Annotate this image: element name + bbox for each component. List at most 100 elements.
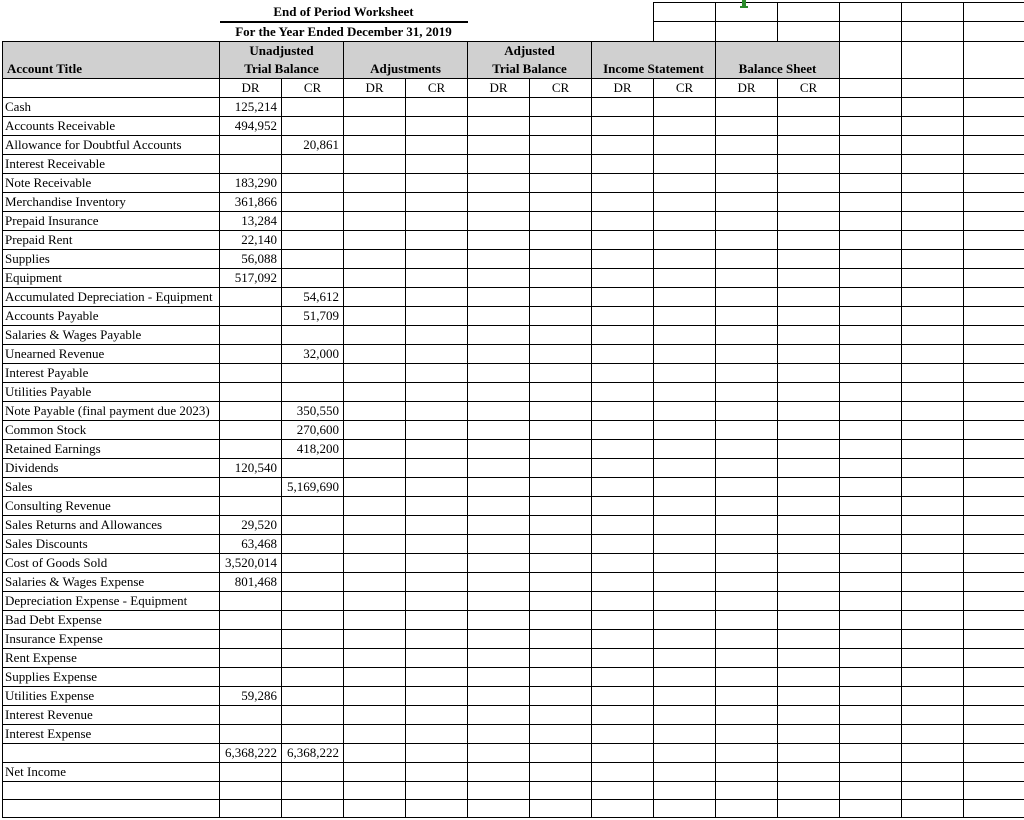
account-title-cell: Equipment (3, 268, 220, 287)
account-title-cell: Interest Expense (3, 724, 220, 743)
account-title-cell: Prepaid Insurance (3, 211, 220, 230)
utb-dr-cell (220, 420, 282, 439)
account-title-cell: Interest Payable (3, 363, 220, 382)
account-title-cell: Bad Debt Expense (3, 610, 220, 629)
column-subheader-cr: CR (530, 78, 592, 97)
table-row: Supplies56,088 (3, 249, 1024, 268)
column-header-adjustments: Adjustments (344, 41, 468, 78)
table-row: Accounts Payable51,709 (3, 306, 1024, 325)
worksheet-title: End of Period Worksheet (273, 4, 413, 19)
utb-cr-cell (282, 192, 344, 211)
utb-cr-cell: 418,200 (282, 439, 344, 458)
table-row: Allowance for Doubtful Accounts20,861 (3, 135, 1024, 154)
account-title-cell: Unearned Revenue (3, 344, 220, 363)
utb-dr-cell (220, 648, 282, 667)
table-row: Sales Discounts63,468 (3, 534, 1024, 553)
utb-cr-cell: 20,861 (282, 135, 344, 154)
table-row: Salaries & Wages Expense801,468 (3, 572, 1024, 591)
utb-dr-cell: 29,520 (220, 515, 282, 534)
account-title-cell: Sales Returns and Allowances (3, 515, 220, 534)
utb-dr-cell (220, 287, 282, 306)
utb-dr-cell (220, 382, 282, 401)
utb-cr-cell (282, 686, 344, 705)
utb-dr-cell (220, 667, 282, 686)
account-title-cell: Cost of Goods Sold (3, 553, 220, 572)
worksheet-table: End of Period Worksheet For the Year End… (2, 2, 1024, 818)
account-title-cell: Insurance Expense (3, 629, 220, 648)
account-title-cell: Salaries & Wages Expense (3, 572, 220, 591)
column-subheader-dr: DR (344, 78, 406, 97)
account-title-cell: Supplies Expense (3, 667, 220, 686)
table-row: Salaries & Wages Payable (3, 325, 1024, 344)
table-row: Consulting Revenue (3, 496, 1024, 515)
utb-cr-cell (282, 325, 344, 344)
column-subheader-dr: DR (220, 78, 282, 97)
table-row: Prepaid Rent22,140 (3, 230, 1024, 249)
table-row: Insurance Expense (3, 629, 1024, 648)
utb-cr-cell (282, 154, 344, 173)
utb-cr-cell (282, 534, 344, 553)
table-row: Interest Receivable (3, 154, 1024, 173)
table-row: Equipment517,092 (3, 268, 1024, 287)
table-row: Supplies Expense (3, 667, 1024, 686)
utb-dr-cell (220, 496, 282, 515)
utb-dr-cell: 59,286 (220, 686, 282, 705)
utb-cr-cell: 54,612 (282, 287, 344, 306)
utb-dr-cell (220, 629, 282, 648)
account-title-cell: Consulting Revenue (3, 496, 220, 515)
utb-dr-cell: 125,214 (220, 97, 282, 116)
column-header-adjusted: Adjusted (468, 41, 592, 60)
utb-cr-cell (282, 97, 344, 116)
utb-cr-cell (282, 553, 344, 572)
account-title-cell: Depreciation Expense - Equipment (3, 591, 220, 610)
utb-dr-cell (220, 591, 282, 610)
account-title-cell: Interest Revenue (3, 705, 220, 724)
utb-cr-cell (282, 724, 344, 743)
utb-dr-cell (220, 724, 282, 743)
utb-dr-cell: 494,952 (220, 116, 282, 135)
utb-cr-cell (282, 363, 344, 382)
column-subheader-cr: CR (654, 78, 716, 97)
account-title-cell: Accumulated Depreciation - Equipment (3, 287, 220, 306)
utb-dr-cell: 22,140 (220, 230, 282, 249)
utb-dr-cell: 183,290 (220, 173, 282, 192)
column-header-trial-balance-2: Trial Balance (468, 60, 592, 79)
table-row: Rent Expense (3, 648, 1024, 667)
utb-dr-cell: 63,468 (220, 534, 282, 553)
utb-cr-cell (282, 230, 344, 249)
account-title-cell: Note Receivable (3, 173, 220, 192)
column-header-unadjusted: Unadjusted (220, 41, 344, 60)
column-header-income-statement: Income Statement (592, 41, 716, 78)
utb-dr-cell: 801,468 (220, 572, 282, 591)
account-title-cell: Utilities Expense (3, 686, 220, 705)
utb-dr-cell (220, 344, 282, 363)
table-row: Cash125,214 (3, 97, 1024, 116)
account-title-cell: Dividends (3, 458, 220, 477)
utb-cr-cell: 270,600 (282, 420, 344, 439)
account-title-cell: Rent Expense (3, 648, 220, 667)
utb-cr-cell: 350,550 (282, 401, 344, 420)
column-header-balance-sheet: Balance Sheet (716, 41, 840, 78)
table-row: Interest Payable (3, 363, 1024, 382)
utb-dr-cell (220, 401, 282, 420)
column-subheader-dr: DR (592, 78, 654, 97)
table-row: Common Stock270,600 (3, 420, 1024, 439)
table-row: Prepaid Insurance13,284 (3, 211, 1024, 230)
utb-cr-cell (282, 268, 344, 287)
account-title-cell: Retained Earnings (3, 439, 220, 458)
account-title-cell: Accounts Payable (3, 306, 220, 325)
account-title-cell: Accounts Receivable (3, 116, 220, 135)
table-row: Utilities Payable (3, 382, 1024, 401)
table-row: Dividends120,540 (3, 458, 1024, 477)
utb-dr-cell (220, 154, 282, 173)
table-row: Note Payable (final payment due 2023)350… (3, 401, 1024, 420)
account-title-cell: Sales Discounts (3, 534, 220, 553)
account-title-cell: Utilities Payable (3, 382, 220, 401)
table-row: Note Receivable183,290 (3, 173, 1024, 192)
account-title-cell: Prepaid Rent (3, 230, 220, 249)
utb-dr-cell: 3,520,014 (220, 553, 282, 572)
table-row: Unearned Revenue32,000 (3, 344, 1024, 363)
account-title-cell: Salaries & Wages Payable (3, 325, 220, 344)
table-row: Interest Revenue (3, 705, 1024, 724)
utb-cr-cell (282, 116, 344, 135)
